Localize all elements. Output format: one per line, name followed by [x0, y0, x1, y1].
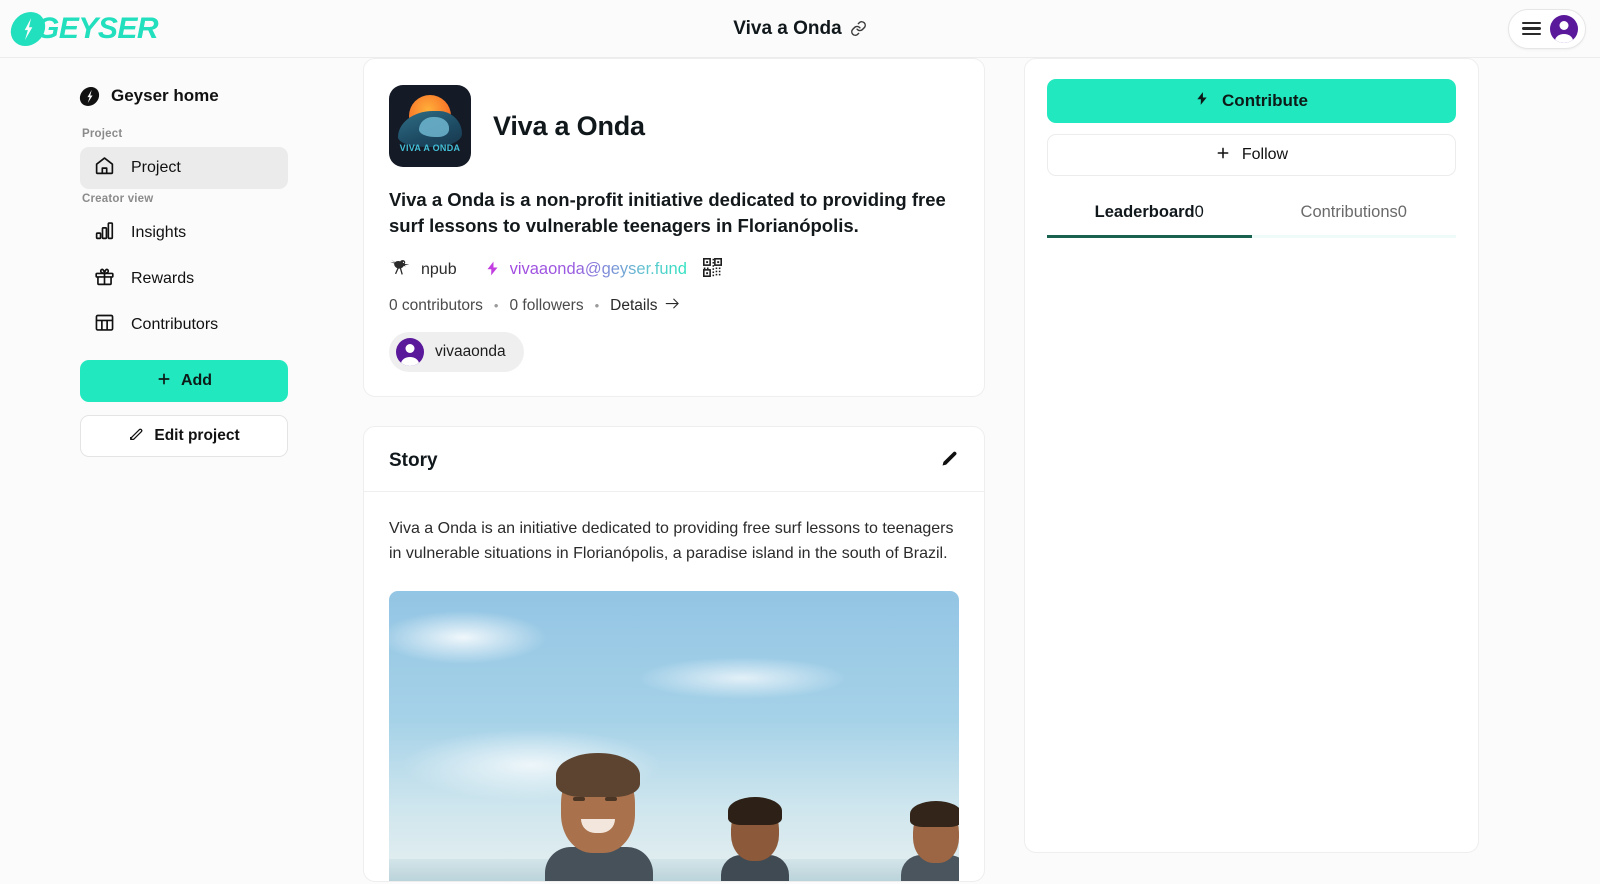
- ostrich-icon: [389, 258, 411, 281]
- project-stats-row: 0 contributors • 0 followers • Details: [389, 297, 959, 315]
- story-text: Viva a Onda is an initiative dedicated t…: [389, 519, 954, 563]
- sidebar-item-project-label: Project: [131, 159, 181, 176]
- sidebar-home-label: Geyser home: [111, 86, 219, 105]
- tab-contributions-label: Contributions: [1300, 203, 1398, 221]
- plus-icon: [1215, 145, 1231, 166]
- pencil-square-icon: [128, 426, 144, 447]
- photo-person-third: [901, 797, 959, 882]
- leaderboard-empty-area: [1047, 238, 1456, 798]
- project-meta-row: npub vivaaonda@geyser.fund: [389, 257, 959, 282]
- edit-project-label: Edit project: [154, 427, 240, 444]
- sidebar-item-rewards-label: Rewards: [131, 270, 195, 287]
- photo-person-main: [539, 753, 659, 882]
- contribute-button-label: Contribute: [1222, 91, 1308, 110]
- user-avatar-icon[interactable]: [1550, 14, 1578, 43]
- pencil-icon[interactable]: [940, 449, 959, 473]
- owner-avatar-icon: [396, 337, 424, 366]
- tab-leaderboard[interactable]: Leaderboard0: [1047, 203, 1252, 235]
- lightning-address-chip[interactable]: vivaaonda@geyser.fund: [485, 259, 687, 281]
- panel-tabs: Leaderboard0 Contributions0: [1047, 203, 1456, 235]
- sidebar-item-insights[interactable]: Insights: [80, 212, 288, 254]
- tab-underline-inactive: [1252, 235, 1457, 238]
- sidebar-item-insights-label: Insights: [131, 224, 187, 241]
- nostr-npub-chip[interactable]: npub: [389, 258, 457, 281]
- project-avatar-text: VIVA A ONDA: [399, 143, 461, 153]
- edit-project-button[interactable]: Edit project: [80, 415, 288, 457]
- follow-button[interactable]: Follow: [1047, 134, 1456, 176]
- sidebar-section-creator-view-label: Creator view: [82, 193, 154, 205]
- story-header: Story: [364, 427, 984, 492]
- tab-underline: [1047, 235, 1456, 238]
- wave-highlight-shape: [419, 117, 449, 137]
- owner-name: vivaaonda: [435, 342, 506, 360]
- contribute-button[interactable]: Contribute: [1047, 79, 1456, 123]
- project-title: Viva a Onda: [493, 110, 645, 141]
- sidebar-item-geyser-home[interactable]: Geyser home: [78, 86, 288, 106]
- sidebar-item-project[interactable]: Project: [80, 147, 288, 189]
- tab-leaderboard-count: 0: [1194, 203, 1204, 221]
- top-bar: GEYSER Viva a Onda: [0, 0, 1600, 58]
- qr-code-icon[interactable]: [702, 257, 722, 282]
- lightning-bolt-icon: [1195, 89, 1209, 113]
- contributors-count: 0 contributors: [389, 296, 483, 314]
- sidebar-item-contributors[interactable]: Contributors: [80, 304, 288, 346]
- story-heading: Story: [389, 449, 438, 471]
- home-icon: [94, 155, 115, 181]
- follow-button-label: Follow: [1241, 146, 1289, 163]
- story-image: [389, 591, 959, 882]
- stats-separator-2: •: [594, 298, 600, 314]
- gift-icon: [94, 266, 115, 292]
- project-identity-row: VIVA A ONDA Viva a Onda: [389, 85, 959, 167]
- geyser-mark-icon: [78, 86, 101, 106]
- sidebar-item-rewards[interactable]: Rewards: [80, 258, 288, 300]
- tab-leaderboard-label: Leaderboard: [1094, 203, 1195, 221]
- link-icon[interactable]: [850, 20, 867, 37]
- arrow-right-icon: [665, 297, 680, 315]
- add-button[interactable]: Add: [80, 360, 288, 402]
- story-body: Viva a Onda is an initiative dedicated t…: [364, 492, 984, 882]
- nostr-npub-label: npub: [421, 260, 457, 278]
- add-button-label: Add: [180, 372, 213, 389]
- page-title: Viva a Onda: [0, 18, 1600, 40]
- details-link[interactable]: Details: [610, 297, 679, 315]
- project-avatar[interactable]: VIVA A ONDA: [389, 85, 471, 167]
- story-card: Story Viva a Onda is an initiative dedic…: [363, 425, 985, 883]
- lightning-bolt-icon: [485, 259, 500, 281]
- followers-count: 0 followers: [509, 296, 584, 314]
- plus-icon: [156, 371, 172, 392]
- contribution-panel: Contribute Follow Leaderboard0 Contribut…: [1024, 58, 1479, 853]
- main-column: VIVA A ONDA Viva a Onda Viva a Onda is a…: [363, 58, 985, 884]
- sidebar-item-contributors-label: Contributors: [131, 316, 219, 333]
- stats-separator-1: •: [493, 298, 499, 314]
- details-link-label: Details: [610, 296, 658, 314]
- sidebar: Geyser home Project Project Creator view…: [0, 58, 320, 884]
- table-icon: [94, 312, 115, 338]
- lightning-address-text: vivaaonda@geyser.fund: [509, 260, 687, 279]
- tab-contributions[interactable]: Contributions0: [1252, 203, 1457, 235]
- project-header-card: VIVA A ONDA Viva a Onda Viva a Onda is a…: [363, 58, 985, 397]
- project-tagline: Viva a Onda is a non-profit initiative d…: [389, 189, 946, 237]
- horizon-band: [389, 859, 959, 882]
- sidebar-section-project-label: Project: [82, 128, 123, 140]
- right-column: Contribute Follow Leaderboard0 Contribut…: [1024, 58, 1479, 884]
- tab-underline-active: [1047, 235, 1252, 238]
- bar-chart-icon: [94, 220, 115, 246]
- tab-contributions-count: 0: [1397, 203, 1407, 221]
- page-title-text: Viva a Onda: [733, 17, 842, 39]
- project-owner-chip[interactable]: vivaaonda: [389, 331, 524, 372]
- photo-person-second: [719, 797, 791, 882]
